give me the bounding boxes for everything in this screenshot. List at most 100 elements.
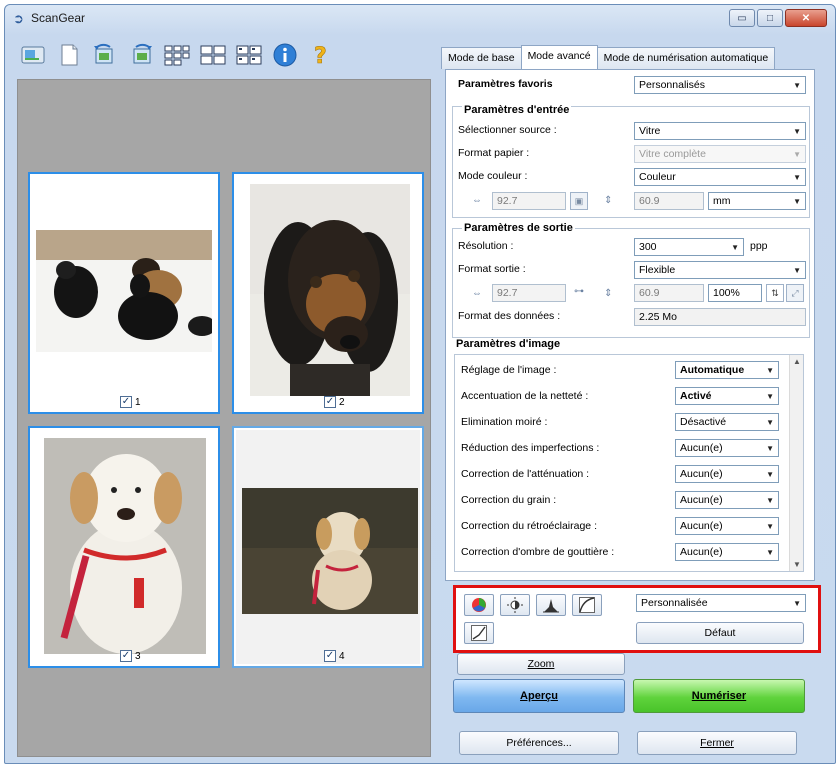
thumbnail-1[interactable]: ✓ 1 [28, 172, 220, 414]
checkbox-checked-icon: ✓ [324, 396, 336, 408]
gutter-shadow-select[interactable]: Aucun(e) ▼ [675, 543, 779, 561]
data-size-value: 2.25 Mo [634, 308, 806, 326]
thumbnail-4-label: 4 [339, 650, 345, 662]
zoom-button[interactable]: Zoom [457, 653, 625, 675]
thumbnail-grid-icon[interactable] [161, 40, 193, 70]
whole-image-icon[interactable] [197, 40, 229, 70]
fading-select[interactable]: Aucun(e) ▼ [675, 465, 779, 483]
scan-window-icon[interactable] [17, 40, 49, 70]
resolution-select[interactable]: 300 ▼ [634, 238, 744, 256]
thumbnail-3-checkbox[interactable]: ✓ 3 [120, 650, 141, 662]
image-settings-title: Paramètres d'image [456, 338, 561, 350]
descreen-select[interactable]: Désactivé ▼ [675, 413, 779, 431]
scroll-down-icon[interactable]: ▼ [793, 560, 801, 569]
color-mode-select[interactable]: Couleur ▼ [634, 168, 806, 186]
dust-scratch-select[interactable]: Aucun(e) ▼ [675, 439, 779, 457]
brightness-icon [507, 597, 523, 613]
close-window-button[interactable]: ✕ [785, 9, 827, 27]
favorites-select[interactable]: Personnalisés ▼ [634, 76, 806, 94]
width-arrows-icon: ⇔ [472, 195, 482, 206]
input-width-field: 92.7 [492, 192, 566, 210]
output-size-select[interactable]: Flexible ▼ [634, 261, 806, 279]
tone-curve-button[interactable] [572, 594, 602, 616]
zoom-button-label: Zoom [527, 658, 555, 670]
threshold-icon [471, 625, 487, 641]
help-icon[interactable]: ? [305, 40, 337, 70]
thumbnail-4-checkbox[interactable]: ✓ 4 [324, 650, 345, 662]
thumbnail-1-checkbox[interactable]: ✓ 1 [120, 396, 141, 408]
aspect-lock-icon: ▣ [570, 192, 588, 210]
thumbnail-2-checkbox[interactable]: ✓ 2 [324, 396, 345, 408]
default-button[interactable]: Défaut [636, 622, 804, 644]
thumbnail-4-photo [242, 488, 418, 614]
histogram-button[interactable] [536, 594, 566, 616]
tone-preset-select[interactable]: Personnalisée ▼ [636, 594, 806, 612]
sharpness-select[interactable]: Activé ▼ [675, 387, 779, 405]
rotate-right-icon[interactable] [125, 40, 157, 70]
image-setting-row: Correction de l'atténuation : Aucun(e) ▼ [461, 463, 781, 485]
source-select[interactable]: Vitre ▼ [634, 122, 806, 140]
image-adjust-select[interactable]: Automatique ▼ [675, 361, 779, 379]
backlight-select[interactable]: Aucun(e) ▼ [675, 517, 779, 535]
dropdown-arrow-icon: ▼ [793, 149, 801, 159]
scroll-up-icon[interactable]: ▲ [793, 357, 801, 366]
thumbnail-3[interactable]: ✓ 3 [28, 426, 220, 668]
grain-select[interactable]: Aucun(e) ▼ [675, 491, 779, 509]
unit-select[interactable]: mm ▼ [708, 192, 806, 210]
close-button[interactable]: Fermer [637, 731, 797, 755]
final-review-button[interactable] [464, 622, 494, 644]
scale-field[interactable]: 100% [708, 284, 762, 302]
fading-label: Correction de l'atténuation : [461, 468, 590, 480]
sharpness-label: Accentuation de la netteté : [461, 390, 589, 402]
tab-basic-mode[interactable]: Mode de base [441, 47, 522, 69]
window-controls: ▭ □ ✕ [729, 9, 827, 27]
output-settings-title: Paramètres de sortie [462, 222, 575, 234]
rotate-left-icon[interactable] [89, 40, 121, 70]
dropdown-arrow-icon: ▼ [766, 495, 774, 505]
image-settings-scrollbar[interactable]: ▲ ▼ [789, 355, 803, 571]
scan-button[interactable]: Numériser [633, 679, 805, 713]
thumbnail-2[interactable]: ✓ 2 [232, 172, 424, 414]
grain-label: Correction du grain : [461, 494, 557, 506]
multi-crop-icon[interactable] [233, 40, 265, 70]
close-button-label: Fermer [700, 737, 734, 749]
thumbnail-2-photo [250, 184, 410, 396]
minimize-button[interactable]: ▭ [729, 9, 755, 27]
descreen-value: Désactivé [680, 416, 727, 428]
input-height-field: 60.9 [634, 192, 704, 210]
blank-page-icon[interactable] [53, 40, 85, 70]
height-arrows-icon: ⇕ [604, 288, 613, 299]
window-title: ScanGear [31, 11, 86, 25]
brightness-contrast-button[interactable] [500, 594, 530, 616]
scale-spinner-icon[interactable]: ⇅ [766, 284, 784, 302]
thumbnail-4[interactable]: ✓ 4 [232, 426, 424, 668]
maximize-button[interactable]: □ [757, 9, 783, 27]
favorites-row: Paramètres favoris [458, 78, 553, 90]
image-adjust-value: Automatique [680, 364, 745, 376]
close-icon: ✕ [801, 12, 811, 24]
preferences-button[interactable]: Préférences... [459, 731, 619, 755]
dropdown-arrow-icon: ▼ [766, 391, 774, 401]
gutter-shadow-label: Correction d'ombre de gouttière : [461, 546, 615, 558]
toolbar: ? [17, 37, 337, 73]
dropdown-arrow-icon: ▼ [766, 521, 774, 531]
dropdown-arrow-icon: ▼ [793, 598, 801, 608]
checkbox-checked-icon: ✓ [324, 650, 336, 662]
image-setting-row: Correction du rétroéclairage : Aucun(e) ▼ [461, 515, 781, 537]
backlight-value: Aucun(e) [680, 520, 723, 532]
title-bar: ➲ ScanGear ▭ □ ✕ [5, 5, 835, 31]
dropdown-arrow-icon: ▼ [793, 172, 801, 182]
dropdown-arrow-icon: ▼ [766, 469, 774, 479]
favorites-value: Personnalisés [639, 79, 705, 91]
preview-button[interactable]: Aperçu [453, 679, 625, 713]
source-value: Vitre [639, 125, 661, 137]
color-mode-label: Mode couleur : [458, 170, 528, 182]
preview-area[interactable]: ✓ 1 ✓ 2 ✓ 3 ✓ 4 [17, 79, 431, 757]
info-icon[interactable] [269, 40, 301, 70]
tab-auto-scan-mode[interactable]: Mode de numérisation automatique [596, 47, 776, 69]
height-arrows-icon: ⇕ [604, 195, 613, 206]
image-settings-list: Réglage de l'image : Automatique ▼ Accent… [454, 354, 804, 572]
saturation-balance-button[interactable] [464, 594, 494, 616]
tab-advanced-mode[interactable]: Mode avancé [520, 45, 598, 69]
resolution-unit: ppp [750, 240, 768, 252]
